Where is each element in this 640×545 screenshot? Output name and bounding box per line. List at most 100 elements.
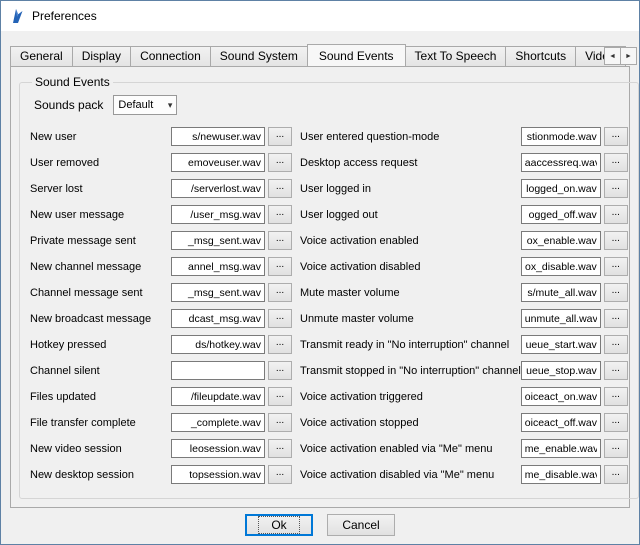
sound-event-label: User logged out — [300, 209, 521, 221]
ok-button[interactable]: Ok — [245, 514, 313, 536]
sound-file-input[interactable] — [521, 205, 601, 224]
sound-event-row: Voice activation triggered... — [300, 387, 628, 406]
sound-event-row: User entered question-mode... — [300, 127, 628, 146]
browse-button[interactable]: ... — [268, 257, 292, 276]
browse-button[interactable]: ... — [268, 283, 292, 302]
sound-file-input[interactable] — [521, 231, 601, 250]
cancel-button[interactable]: Cancel — [327, 514, 395, 536]
sound-event-label: New broadcast message — [30, 313, 171, 325]
sound-file-input[interactable] — [171, 153, 265, 172]
browse-button[interactable]: ... — [604, 257, 628, 276]
sound-file-input[interactable] — [171, 335, 265, 354]
browse-button[interactable]: ... — [604, 179, 628, 198]
tab-general[interactable]: General — [10, 46, 73, 66]
browse-button[interactable]: ... — [604, 387, 628, 406]
browse-button[interactable]: ... — [268, 413, 292, 432]
sound-event-label: Channel message sent — [30, 287, 171, 299]
sound-file-input[interactable] — [521, 465, 601, 484]
sound-event-row: New user... — [30, 127, 292, 146]
sound-event-row: Mute master volume... — [300, 283, 628, 302]
sound-file-input[interactable] — [521, 309, 601, 328]
sound-file-input[interactable] — [171, 413, 265, 432]
sound-file-input[interactable] — [171, 231, 265, 250]
sound-event-row: Private message sent... — [30, 231, 292, 250]
sound-event-row: New video session... — [30, 439, 292, 458]
sound-file-input[interactable] — [171, 127, 265, 146]
browse-button[interactable]: ... — [604, 309, 628, 328]
sound-event-label: User logged in — [300, 183, 521, 195]
sound-event-row: New broadcast message... — [30, 309, 292, 328]
titlebar: Preferences — [1, 1, 639, 31]
sound-event-row: Files updated... — [30, 387, 292, 406]
sound-file-input[interactable] — [521, 153, 601, 172]
browse-button[interactable]: ... — [268, 335, 292, 354]
sound-event-label: Mute master volume — [300, 287, 521, 299]
sound-file-input[interactable] — [521, 179, 601, 198]
sound-file-input[interactable] — [521, 361, 601, 380]
tab-area: GeneralDisplayConnectionSound SystemSoun… — [1, 31, 639, 508]
browse-button[interactable]: ... — [268, 205, 292, 224]
sound-file-input[interactable] — [171, 283, 265, 302]
browse-button[interactable]: ... — [604, 231, 628, 250]
sound-event-row: User logged out... — [300, 205, 628, 224]
sound-file-input[interactable] — [171, 257, 265, 276]
sound-file-input[interactable] — [521, 335, 601, 354]
sound-event-label: Transmit stopped in "No interruption" ch… — [300, 365, 521, 377]
tab-sound-events[interactable]: Sound Events — [307, 44, 406, 66]
browse-button[interactable]: ... — [604, 283, 628, 302]
sound-file-input[interactable] — [521, 387, 601, 406]
sound-event-label: New user message — [30, 209, 171, 221]
sound-file-input[interactable] — [171, 179, 265, 198]
browse-button[interactable]: ... — [604, 127, 628, 146]
arrow-left-icon: ◄ — [609, 53, 616, 60]
sound-file-input[interactable] — [521, 283, 601, 302]
sound-file-input[interactable] — [521, 257, 601, 276]
sound-event-label: Voice activation disabled — [300, 261, 521, 273]
sound-file-input[interactable] — [171, 465, 265, 484]
sound-event-label: New user — [30, 131, 171, 143]
sound-event-label: Server lost — [30, 183, 171, 195]
sound-event-row: User logged in... — [300, 179, 628, 198]
tab-text-to-speech[interactable]: Text To Speech — [405, 46, 507, 66]
sound-event-row: Server lost... — [30, 179, 292, 198]
sound-file-input[interactable] — [521, 439, 601, 458]
browse-button[interactable]: ... — [268, 309, 292, 328]
browse-button[interactable]: ... — [268, 361, 292, 380]
sounds-pack-select[interactable]: Default ▾ — [113, 95, 177, 115]
browse-button[interactable]: ... — [604, 413, 628, 432]
sound-file-input[interactable] — [171, 309, 265, 328]
sound-file-input[interactable] — [171, 387, 265, 406]
browse-button[interactable]: ... — [268, 439, 292, 458]
browse-button[interactable]: ... — [604, 205, 628, 224]
browse-button[interactable]: ... — [604, 335, 628, 354]
sound-file-input[interactable] — [171, 439, 265, 458]
browse-button[interactable]: ... — [268, 127, 292, 146]
sound-event-label: Voice activation enabled via "Me" menu — [300, 443, 521, 455]
browse-button[interactable]: ... — [268, 465, 292, 484]
sound-file-input[interactable] — [171, 205, 265, 224]
browse-button[interactable]: ... — [268, 231, 292, 250]
sound-event-row: Unmute master volume... — [300, 309, 628, 328]
sound-event-row: Hotkey pressed... — [30, 335, 292, 354]
browse-button[interactable]: ... — [268, 153, 292, 172]
browse-button[interactable]: ... — [268, 387, 292, 406]
sound-event-row: Transmit stopped in "No interruption" ch… — [300, 361, 628, 380]
tab-sound-system[interactable]: Sound System — [210, 46, 308, 66]
sound-file-input[interactable] — [171, 361, 265, 380]
sound-file-input[interactable] — [521, 413, 601, 432]
sound-file-input[interactable] — [521, 127, 601, 146]
arrow-right-icon: ► — [625, 53, 632, 60]
browse-button[interactable]: ... — [604, 439, 628, 458]
browse-button[interactable]: ... — [268, 179, 292, 198]
browse-button[interactable]: ... — [604, 361, 628, 380]
chevron-down-icon: ▾ — [168, 100, 173, 111]
tab-scroll-left-button[interactable]: ◄ — [604, 47, 621, 65]
tab-connection[interactable]: Connection — [130, 46, 211, 66]
tab-scroll-right-button[interactable]: ► — [620, 47, 637, 65]
browse-button[interactable]: ... — [604, 465, 628, 484]
browse-button[interactable]: ... — [604, 153, 628, 172]
tab-shortcuts[interactable]: Shortcuts — [505, 46, 576, 66]
sound-event-row: User removed... — [30, 153, 292, 172]
tab-display[interactable]: Display — [72, 46, 131, 66]
teamtalk-logo-icon — [9, 8, 25, 24]
